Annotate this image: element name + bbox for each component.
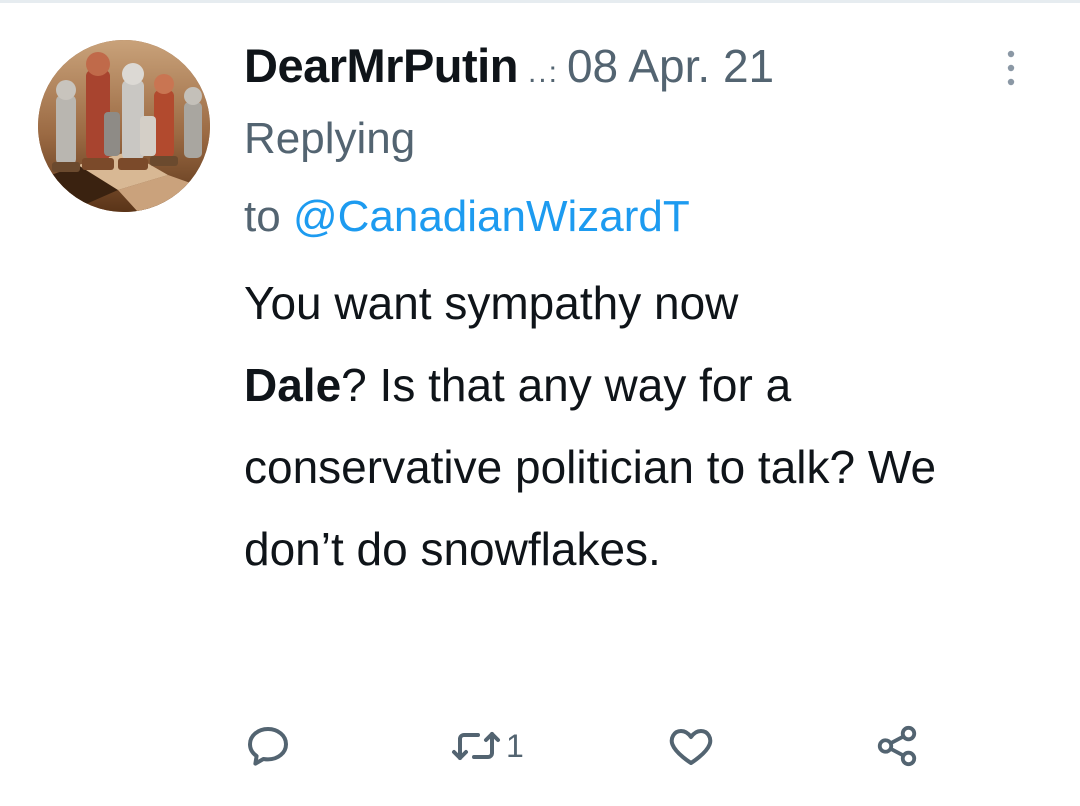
tweet-date[interactable]: 08 Apr. 21 bbox=[567, 40, 774, 92]
top-divider bbox=[0, 0, 1080, 3]
reply-icon bbox=[248, 727, 288, 766]
tweet-actions: 1 bbox=[0, 718, 1080, 778]
tweet-text-bold: Dale bbox=[244, 359, 342, 411]
tweet-text: You want sympathy now Dale? Is that any w… bbox=[244, 262, 1014, 590]
avatar[interactable] bbox=[38, 40, 210, 212]
tweet: DearMrPutin..: 08 Apr. 21 Replying to @Ca… bbox=[244, 30, 1044, 590]
replying-to: to @CanadianWizardT bbox=[244, 176, 1044, 258]
heart-icon bbox=[669, 729, 713, 765]
share-button[interactable] bbox=[874, 718, 920, 774]
tweet-header: DearMrPutin..: 08 Apr. 21 bbox=[244, 30, 1044, 102]
tweet-text-part1: You want sympathy now bbox=[244, 277, 739, 329]
more-options-icon[interactable] bbox=[1004, 48, 1018, 88]
avatar-chess-image bbox=[38, 40, 210, 212]
display-name[interactable]: DearMrPutin bbox=[244, 39, 518, 92]
replying-label: Replying bbox=[244, 114, 416, 163]
share-icon bbox=[877, 725, 917, 767]
retweet-count: 1 bbox=[506, 728, 524, 764]
like-button[interactable] bbox=[666, 718, 716, 774]
retweet-icon bbox=[452, 732, 500, 760]
retweet-button[interactable]: 1 bbox=[450, 718, 524, 774]
tweet-text-part2: ? Is that any way for a conservative pol… bbox=[244, 359, 937, 575]
mention-link[interactable]: @CanadianWizardT bbox=[293, 192, 690, 241]
reply-button[interactable] bbox=[244, 718, 292, 774]
replying-to-label: to bbox=[244, 192, 281, 241]
truncated-handle: ..: bbox=[527, 56, 559, 89]
